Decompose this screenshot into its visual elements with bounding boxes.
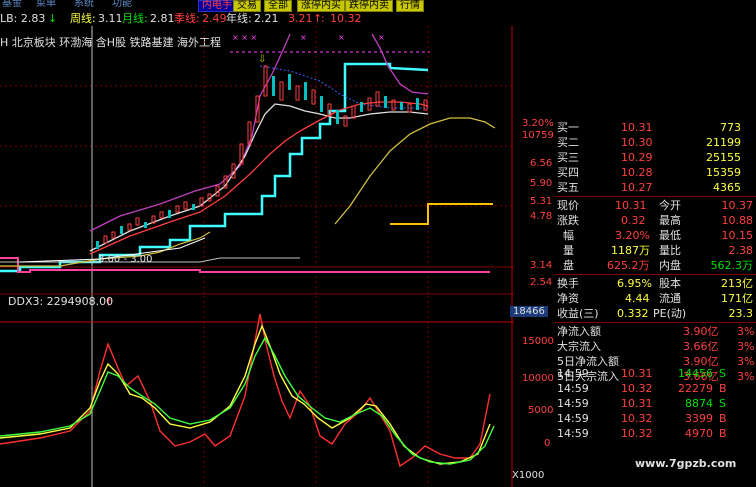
down-marker-icon: ⇩ (258, 54, 266, 65)
stair-line (0, 62, 429, 273)
quote-row-outer: 盘 625.2万 内盘 562.3万 (563, 259, 753, 272)
ddx-axis-tick: 10000 (522, 373, 554, 384)
axis-tick: 3.14 (530, 260, 553, 271)
flow-row-2: 大宗流入 3.66亿 3% (557, 340, 755, 353)
menu-item-system[interactable]: 系统 (74, 0, 94, 10)
buy-level-1: 买一 10.31 773 (557, 121, 741, 134)
ma-extra-value2: 10.32 (330, 12, 362, 25)
ma-quarter-value: 2.49 (202, 12, 227, 25)
ma-month-label: 月线: (122, 12, 148, 25)
menu-item-function[interactable]: 功能 (112, 0, 132, 10)
ddx-label: DDX3: 2294908.00 (8, 295, 114, 308)
menu-item-fund[interactable]: 基金 (2, 0, 22, 10)
buy-level-3: 买三 10.29 25155 (557, 151, 741, 164)
tick-row: 14:59 10.32 3399 B (557, 412, 727, 425)
top-menu-bar: 基金 菜单 系统 功能 内电手 交易 全部 涨停内买 跌停内卖 行情 (0, 0, 756, 12)
tick-row: 14:59 10.32 22279 B (557, 382, 727, 395)
stats-row-eps: 收益(三) 0.332 PE(动) 23.3 (557, 307, 753, 320)
ddx-axis-tick: 5000 (528, 405, 554, 416)
tick-row: 14:59 10.31 8874 S (557, 397, 726, 410)
stats-row-nav: 净资 4.44 流通 171亿 (557, 292, 753, 305)
flow-row-1: 净流入额 3.90亿 3% (557, 325, 755, 338)
ma-week-value: 3.11 (98, 12, 123, 25)
ddx-axis-max: 18466 (510, 306, 548, 317)
svg-text:×: × (378, 33, 385, 42)
axis-tick: 6.56 (530, 158, 553, 169)
price-axis: 3.20% 10759 6.56 5.90 5.31 4.78 3.14 2.5… (514, 110, 554, 288)
ddx-axis-unit: X1000 (512, 470, 545, 481)
quote-row-change: 涨跌 0.32 最高 10.88 (557, 214, 753, 227)
ma-quarter-label: 季线: (174, 12, 200, 25)
buy-level-5: 买五 10.27 4365 (557, 181, 741, 194)
lb-value: LB: 2.83 (0, 12, 46, 25)
axis-tick: 5.90 (530, 178, 553, 189)
ma-month-value: 2.81 (150, 12, 175, 25)
buy-level-4: 买四 10.28 15359 (557, 166, 741, 179)
grid-lines (0, 26, 514, 487)
axis-vol: 10759 (522, 130, 554, 141)
axis-pct: 3.20% (522, 118, 554, 129)
quote-row-now: 现价 10.31 今开 10.37 (557, 199, 753, 212)
buy-level-2: 买二 10.30 21199 (557, 136, 741, 149)
ddx-axis-tick: 15000 (522, 336, 554, 347)
svg-text:×: × (338, 33, 345, 42)
ddx-axis-tick: 0 (544, 438, 551, 449)
envelope-lower (334, 117, 496, 225)
ddx-axis: 18466 15000 10000 5000 0 X1000 (510, 306, 554, 487)
watermark: www.7gpzb.com (635, 457, 737, 470)
svg-text:×: × (300, 33, 307, 42)
menu-item-menu[interactable]: 菜单 (36, 0, 56, 10)
ma-year-label: 年线: (226, 12, 252, 25)
ma-white-line (89, 103, 429, 252)
kline-chart[interactable]: × × × × × × ⇩ 3.60 - 3.00 ↑ (0, 26, 514, 487)
axis-tick: 2.54 (530, 277, 553, 288)
ma-year-value: 2.21 (254, 12, 279, 25)
ma-extra-value: 3.21 (288, 12, 313, 25)
signal-markers: × × × × × × (232, 33, 385, 42)
stats-row-turn: 换手 6.95% 股本 213亿 (557, 277, 753, 290)
quote-row-pct: 幅 3.20% 最低 10.15 (563, 229, 753, 242)
svg-text:× × ×: × × × (232, 33, 257, 42)
orange-band (390, 203, 493, 225)
axis-tick: 5.31 (530, 196, 553, 207)
ddx-green-line (0, 336, 495, 465)
quote-row-volume: 量 1187万 量比 2.38 (563, 244, 753, 257)
tick-row: 14:59 10.31 14456 S (557, 367, 726, 380)
quote-panel: 买一 10.31 773 买二 10.30 21199 买三 10.29 251… (555, 110, 756, 383)
axis-tick: 4.78 (530, 211, 553, 222)
lower-band-label: 3.60 - 3.00 (98, 254, 153, 265)
ddx-red-line (0, 313, 491, 468)
tick-row: 14:59 10.32 4970 B (557, 427, 727, 440)
ma-week-label: 周线: (70, 12, 96, 25)
moving-average-bar: LB: 2.83 ↓ 周线: 3.11 月线: 2.81 季线: 2.49 年线… (0, 11, 512, 26)
tick-list: 14:59 10.31 14456 S 14:59 10.32 22279 B … (555, 367, 756, 487)
lb-arrow-icon: ↓ (48, 12, 58, 25)
ma-extra-separator: : (321, 12, 325, 25)
